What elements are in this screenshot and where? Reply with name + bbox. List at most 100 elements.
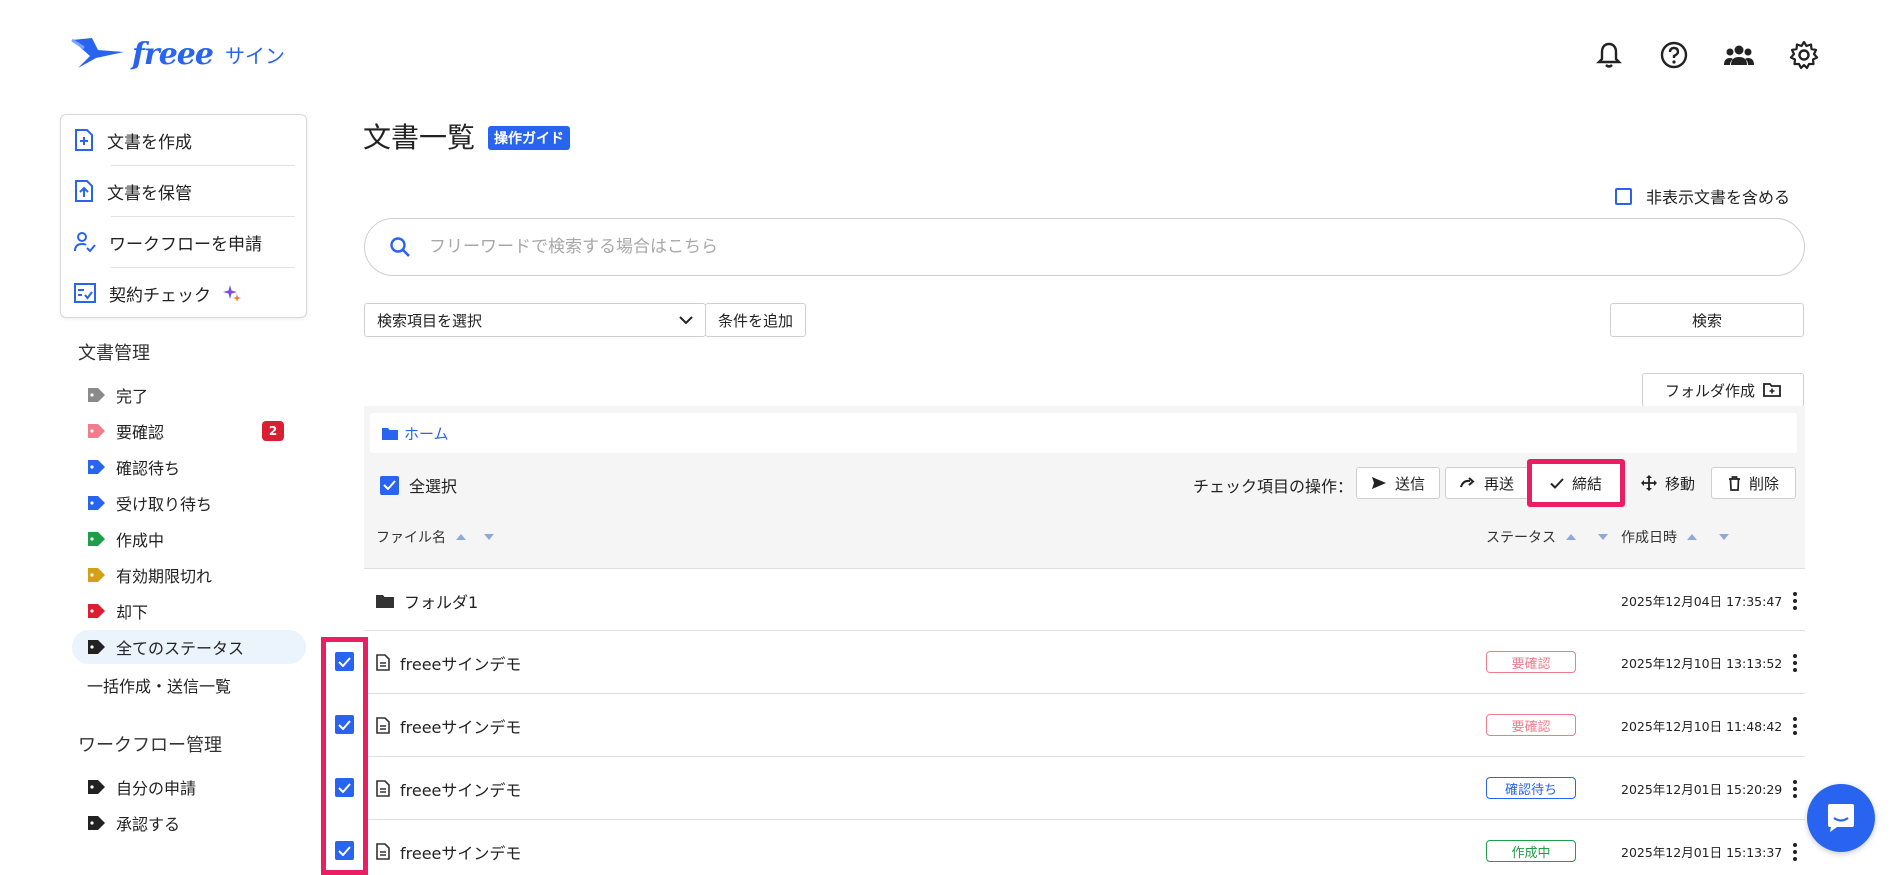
status-item-rejected[interactable]: 却下 xyxy=(72,594,306,628)
row-checkbox[interactable] xyxy=(335,652,354,671)
checkbox-checked xyxy=(380,475,399,495)
more-vertical-icon[interactable] xyxy=(1785,757,1805,820)
bulk-create-send-link[interactable]: 一括作成・送信一覧 xyxy=(87,673,231,697)
contract-check-label: 契約チェック xyxy=(109,285,211,306)
status-item-awaiting-confirmation[interactable]: 確認待ち xyxy=(72,450,306,484)
move-button[interactable]: 移動 xyxy=(1630,467,1706,499)
row-checkbox[interactable] xyxy=(335,715,354,734)
row-name-text[interactable]: freeeサインデモ xyxy=(400,714,521,738)
row-name: フォルダ1 xyxy=(376,569,478,632)
row-name-text[interactable]: freeeサインデモ xyxy=(400,840,521,864)
status-item-expired[interactable]: 有効期限切れ xyxy=(72,558,306,592)
breadcrumb-home[interactable]: ホーム xyxy=(404,423,449,444)
chat-launcher-button[interactable] xyxy=(1807,784,1875,852)
checkmark-icon xyxy=(1550,477,1564,489)
column-header-file-name[interactable]: ファイル名 xyxy=(376,527,494,547)
search-button-label: 検索 xyxy=(1691,311,1722,330)
workflow-item-approve[interactable]: 承認する xyxy=(72,806,306,840)
apply-workflow-label: ワークフローを申請 xyxy=(109,234,262,255)
sort-desc-icon[interactable] xyxy=(484,534,494,540)
checklist-icon xyxy=(74,283,96,303)
table-row[interactable]: freeeサインデモ 要確認 2025年12月10日 11:48:42 xyxy=(364,694,1805,757)
table-row[interactable]: freeeサインデモ 作成中 2025年12月01日 15:13:37 xyxy=(364,820,1805,875)
row-date: 2025年12月01日 15:13:37 xyxy=(1621,845,1783,860)
sort-desc-icon[interactable] xyxy=(1719,534,1729,540)
sort-asc-icon[interactable] xyxy=(456,534,466,540)
search-field-select-label: 検索項目を選択 xyxy=(377,311,483,330)
row-name-text[interactable]: freeeサインデモ xyxy=(400,651,521,675)
status-item-needs-review[interactable]: 要確認 2 xyxy=(72,414,306,448)
bell-icon[interactable] xyxy=(1592,38,1626,72)
row-checkbox[interactable] xyxy=(335,778,354,797)
sort-asc-icon[interactable] xyxy=(1687,534,1697,540)
move-label: 移動 xyxy=(1664,474,1695,493)
resend-button[interactable]: 再送 xyxy=(1445,467,1529,499)
create-folder-button[interactable]: フォルダ作成 xyxy=(1642,373,1804,407)
move-arrows-icon xyxy=(1640,475,1657,491)
sort-controls[interactable] xyxy=(1687,534,1729,540)
doc-mgmt-title: 文書管理 xyxy=(78,343,150,364)
delete-button[interactable]: 削除 xyxy=(1711,467,1796,499)
sort-controls[interactable] xyxy=(456,534,494,540)
search-input[interactable] xyxy=(429,237,1729,257)
app-logo[interactable]: freee サイン xyxy=(70,32,285,76)
operation-guide-badge[interactable]: 操作ガイド xyxy=(488,126,570,150)
conclude-button[interactable]: 締結 xyxy=(1527,459,1625,507)
tag-icon xyxy=(88,424,105,438)
more-vertical-icon[interactable] xyxy=(1785,569,1805,632)
column-header-created[interactable]: 作成日時 xyxy=(1621,527,1729,547)
table-row[interactable]: freeeサインデモ 要確認 2025年12月10日 13:13:52 xyxy=(364,631,1805,694)
help-icon[interactable] xyxy=(1657,38,1691,72)
status-item-label: 完了 xyxy=(116,387,149,406)
team-icon[interactable] xyxy=(1722,38,1756,72)
status-item-complete[interactable]: 完了 xyxy=(72,378,306,412)
chevron-down-icon xyxy=(679,316,693,325)
logo-bird-icon xyxy=(71,38,124,68)
status-item-awaiting-receipt[interactable]: 受け取り待ち xyxy=(72,486,306,520)
search-button[interactable]: 検索 xyxy=(1610,303,1804,337)
send-button[interactable]: 送信 xyxy=(1356,467,1440,499)
search-field-select[interactable]: 検索項目を選択 xyxy=(364,303,706,337)
tag-icon xyxy=(88,568,105,582)
status-item-all[interactable]: 全てのステータス xyxy=(72,630,306,664)
column-header-status[interactable]: ステータス xyxy=(1486,527,1608,547)
row-date: 2025年12月10日 11:48:42 xyxy=(1621,719,1783,734)
status-badge: 確認待ち xyxy=(1486,777,1576,799)
more-vertical-icon[interactable] xyxy=(1785,820,1805,875)
contract-check-button[interactable]: 契約チェック xyxy=(73,268,295,318)
folder-icon xyxy=(382,427,398,440)
row-name-text[interactable]: フォルダ1 xyxy=(404,589,478,613)
apply-workflow-button[interactable]: ワークフローを申請 xyxy=(73,217,295,267)
column-header-label: ステータス xyxy=(1486,530,1556,546)
row-date: 2025年12月10日 13:13:52 xyxy=(1621,656,1783,671)
status-item-drafting[interactable]: 作成中 xyxy=(72,522,306,556)
row-date: 2025年12月01日 15:20:29 xyxy=(1621,782,1783,797)
create-document-button[interactable]: 文書を作成 xyxy=(73,115,295,165)
user-check-icon xyxy=(74,232,96,253)
select-all-checkbox[interactable]: 全選択 xyxy=(380,473,457,497)
more-vertical-icon[interactable] xyxy=(1785,631,1805,694)
row-date: 2025年12月04日 17:35:47 xyxy=(1621,594,1783,609)
gear-icon[interactable] xyxy=(1787,38,1821,72)
row-name-text[interactable]: freeeサインデモ xyxy=(400,777,521,801)
tag-icon xyxy=(88,640,105,654)
add-condition-button[interactable]: 条件を追加 xyxy=(705,303,806,337)
folder-icon xyxy=(376,594,394,608)
status-item-label: 受け取り待ち xyxy=(116,495,213,514)
row-checkbox[interactable] xyxy=(335,841,354,860)
search-bar xyxy=(364,218,1805,276)
workflow-item-my-requests[interactable]: 自分の申請 xyxy=(72,770,306,804)
table-row[interactable]: フォルダ1 2025年12月04日 17:35:47 xyxy=(364,568,1805,631)
tag-icon xyxy=(88,816,105,830)
search-icon xyxy=(390,237,410,257)
store-document-button[interactable]: 文書を保管 xyxy=(73,166,295,216)
conclude-label: 締結 xyxy=(1571,474,1602,493)
table-row[interactable]: freeeサインデモ 確認待ち 2025年12月01日 15:20:29 xyxy=(364,757,1805,820)
more-vertical-icon[interactable] xyxy=(1785,694,1805,757)
sort-desc-icon[interactable] xyxy=(1598,534,1608,540)
tag-icon xyxy=(88,532,105,546)
include-hidden-checkbox[interactable]: 非表示文書を含める xyxy=(1615,184,1790,208)
document-upload-icon xyxy=(75,180,93,202)
sort-asc-icon[interactable] xyxy=(1566,534,1576,540)
sort-controls[interactable] xyxy=(1566,534,1608,540)
